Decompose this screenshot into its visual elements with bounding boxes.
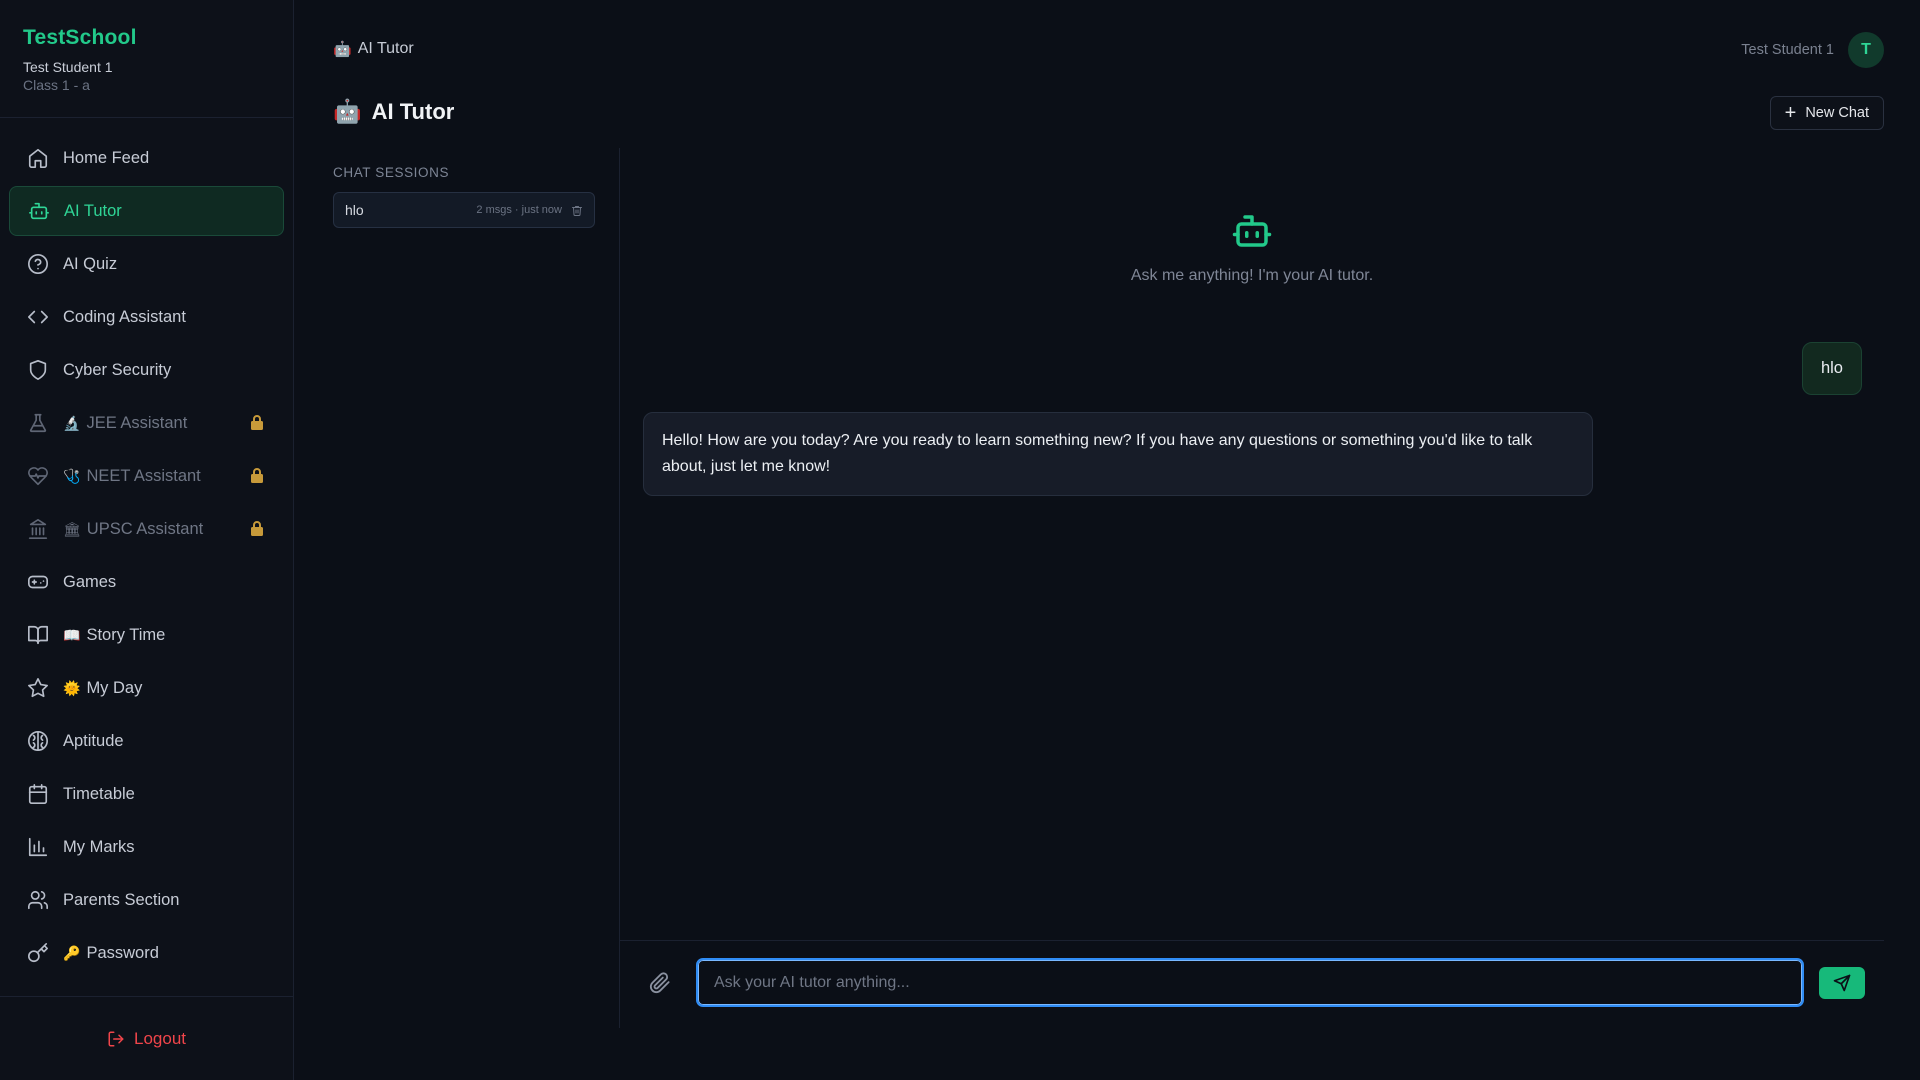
sidebar-item-label: My Day xyxy=(86,678,143,697)
star-icon xyxy=(27,677,49,699)
bot-icon xyxy=(28,200,50,222)
sidebar-item-parents-section[interactable]: Parents Section xyxy=(9,875,284,925)
sidebar-item-label: Password xyxy=(86,943,159,962)
nav-emoji-icon: 🏛 xyxy=(63,520,81,537)
chat-input[interactable] xyxy=(696,958,1804,1007)
bot-icon xyxy=(1232,215,1272,247)
shield-icon xyxy=(27,359,49,381)
sidebar-item-label: Coding Assistant xyxy=(63,307,186,326)
session-meta: 2 msgs · just now xyxy=(476,204,562,216)
sidebar-item-password[interactable]: 🔑 Password xyxy=(9,928,284,978)
composer-divider xyxy=(620,940,1884,941)
key-icon xyxy=(27,942,49,964)
book-open-icon xyxy=(27,624,49,646)
user-menu[interactable]: Test Student 1 T xyxy=(1741,32,1884,68)
sidebar: TestSchool Test Student 1 Class 1 - a Ho… xyxy=(0,0,294,1080)
breadcrumb-label: AI Tutor xyxy=(357,40,414,57)
help-circle-icon xyxy=(27,253,49,275)
paperclip-icon[interactable] xyxy=(649,972,671,994)
new-chat-button[interactable]: + New Chat xyxy=(1769,96,1884,130)
logout-label: Logout xyxy=(134,1028,186,1048)
student-name: Test Student 1 xyxy=(23,59,113,75)
welcome-text: Ask me anything! I'm your AI tutor. xyxy=(1130,267,1374,284)
sidebar-item-label: AI Tutor xyxy=(64,201,122,220)
sidebar-item-ai-tutor[interactable]: AI Tutor xyxy=(9,186,284,236)
nav-emoji-icon: 🔬 xyxy=(63,414,81,431)
app-title[interactable]: TestSchool xyxy=(23,26,270,50)
user-message: hlo xyxy=(1801,342,1862,395)
sidebar-item-cyber-security[interactable]: Cyber Security xyxy=(9,345,284,395)
sidebar-item-my-marks[interactable]: My Marks xyxy=(9,822,284,872)
student-class: Class 1 - a xyxy=(23,77,90,93)
session-item[interactable]: hlo 2 msgs · just now xyxy=(333,192,595,228)
logout-button[interactable]: Logout xyxy=(107,1029,186,1049)
flask-icon xyxy=(27,412,49,434)
sidebar-item-label: AI Quiz xyxy=(63,254,118,273)
sidebar-item-my-day[interactable]: 🌞 My Day xyxy=(9,663,284,713)
brand-block: TestSchool Test Student 1 Class 1 - a xyxy=(0,0,293,118)
robot-emoji-icon: 🤖 xyxy=(333,98,362,124)
plus-icon: + xyxy=(1784,102,1797,124)
chat-area: Ask me anything! I'm your AI tutor. hlo … xyxy=(620,148,1884,938)
sidebar-item-label: Cyber Security xyxy=(63,360,172,379)
sidebar-item-label: Aptitude xyxy=(63,731,124,750)
calendar-icon xyxy=(27,783,49,805)
robot-emoji-icon: 🤖 xyxy=(333,41,352,58)
sidebar-item-label: JEE Assistant xyxy=(86,413,188,432)
sidebar-item-label: Home Feed xyxy=(63,148,150,167)
nav-emoji-icon: 🩺 xyxy=(63,467,81,484)
sessions-heading: CHAT SESSIONS xyxy=(333,165,450,180)
heart-pulse-icon xyxy=(27,465,49,487)
sidebar-item-label: NEET Assistant xyxy=(86,466,201,485)
sidebar-item-label: My Marks xyxy=(63,837,135,856)
welcome-block: Ask me anything! I'm your AI tutor. xyxy=(620,210,1884,285)
sidebar-item-jee-assistant[interactable]: 🔬 JEE Assistant xyxy=(9,398,284,448)
users-icon xyxy=(27,889,49,911)
session-name: hlo xyxy=(345,202,364,218)
bar-chart-icon xyxy=(27,836,49,858)
sidebar-item-neet-assistant[interactable]: 🩺 NEET Assistant xyxy=(9,451,284,501)
nav-emoji-icon: 🔑 xyxy=(63,944,81,961)
landmark-icon xyxy=(27,518,49,540)
sidebar-item-aptitude[interactable]: Aptitude xyxy=(9,716,284,766)
sidebar-item-label: Story Time xyxy=(86,625,166,644)
sidebar-item-upsc-assistant[interactable]: 🏛 UPSC Assistant xyxy=(9,504,284,554)
sidebar-item-story-time[interactable]: 📖 Story Time xyxy=(9,610,284,660)
logout-area: Logout xyxy=(0,996,293,1080)
home-icon xyxy=(27,147,49,169)
code-icon xyxy=(27,306,49,328)
page-title-text: AI Tutor xyxy=(371,98,455,124)
assistant-message: Hello! How are you today? Are you ready … xyxy=(643,412,1593,496)
brain-icon xyxy=(27,730,49,752)
chat-sessions-panel: CHAT SESSIONS hlo 2 msgs · just now xyxy=(333,150,595,228)
sidebar-item-label: Games xyxy=(63,572,117,591)
sidebar-item-timetable[interactable]: Timetable xyxy=(9,769,284,819)
header-user-name: Test Student 1 xyxy=(1741,42,1834,58)
logout-icon xyxy=(108,1031,124,1046)
sidebar-item-home-feed[interactable]: Home Feed xyxy=(9,133,284,183)
avatar[interactable]: T xyxy=(1848,32,1884,68)
send-button[interactable] xyxy=(1819,967,1865,999)
gamepad-icon xyxy=(27,571,49,593)
sidebar-item-label: Timetable xyxy=(63,784,135,803)
page-title: 🤖 AI Tutor xyxy=(333,98,454,125)
sidebar-item-label: UPSC Assistant xyxy=(86,519,204,538)
sidebar-nav: Home Feed AI Tutor AI Quiz Coding Assistant… xyxy=(0,118,293,978)
sidebar-item-coding-assistant[interactable]: Coding Assistant xyxy=(9,292,284,342)
nav-emoji-icon: 📖 xyxy=(63,626,81,643)
sidebar-item-games[interactable]: Games xyxy=(9,557,284,607)
sidebar-item-label: Parents Section xyxy=(63,890,180,909)
trash-icon[interactable] xyxy=(571,204,583,217)
sidebar-item-ai-quiz[interactable]: AI Quiz xyxy=(9,239,284,289)
send-icon xyxy=(1833,974,1851,992)
breadcrumb: 🤖 AI Tutor xyxy=(333,40,414,58)
new-chat-label: New Chat xyxy=(1805,105,1869,121)
nav-emoji-icon: 🌞 xyxy=(63,679,81,696)
